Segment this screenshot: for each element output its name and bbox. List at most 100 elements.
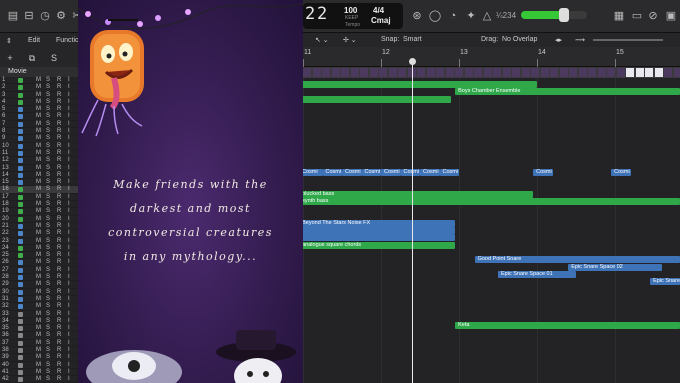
record-enable-button[interactable]: R xyxy=(57,238,61,245)
mute-button[interactable]: M xyxy=(36,172,41,179)
mute-button[interactable]: M xyxy=(36,274,41,281)
track-row[interactable]: 27 M S R I xyxy=(0,267,78,275)
record-enable-button[interactable]: R xyxy=(57,274,61,281)
mute-button[interactable]: M xyxy=(36,303,41,310)
solo-button[interactable]: S xyxy=(46,84,50,91)
solo-button[interactable]: S xyxy=(46,165,50,172)
add-track-button[interactable]: + xyxy=(4,53,16,63)
record-enable-button[interactable]: R xyxy=(57,172,61,179)
input-monitor-button[interactable]: I xyxy=(68,143,70,150)
metronome-check-icon[interactable]: ◯ xyxy=(428,9,442,23)
arrange-pointer-tool[interactable]: ↖ ⌄ xyxy=(315,36,329,44)
solo-button[interactable]: S xyxy=(46,77,50,84)
mute-button[interactable]: M xyxy=(36,113,41,120)
solo-button[interactable]: S xyxy=(46,150,50,157)
solo-button[interactable]: S xyxy=(46,186,50,193)
input-monitor-button[interactable]: I xyxy=(68,252,70,259)
mute-button[interactable]: M xyxy=(36,106,41,113)
solo-button[interactable]: S xyxy=(48,53,60,63)
audio-region[interactable]: Cosmi xyxy=(381,168,401,176)
record-enable-button[interactable]: R xyxy=(57,303,61,310)
solo-button[interactable]: S xyxy=(46,208,50,215)
record-enable-button[interactable]: R xyxy=(57,354,61,361)
list-editors-icon[interactable]: ▦ xyxy=(612,9,626,23)
track-row[interactable]: 41 M S R I xyxy=(0,369,78,377)
record-enable-button[interactable]: R xyxy=(57,332,61,339)
input-monitor-button[interactable]: I xyxy=(68,311,70,318)
solo-button[interactable]: S xyxy=(46,230,50,237)
mute-button[interactable]: M xyxy=(36,289,41,296)
input-monitor-button[interactable]: I xyxy=(68,77,70,84)
input-monitor-button[interactable]: I xyxy=(68,150,70,157)
input-monitor-button[interactable]: I xyxy=(68,135,70,142)
input-monitor-button[interactable]: I xyxy=(68,113,70,120)
mute-button[interactable]: M xyxy=(36,84,41,91)
metronome-icon[interactable]: △ xyxy=(480,9,494,23)
record-enable-button[interactable]: R xyxy=(57,128,61,135)
solo-button[interactable]: S xyxy=(46,106,50,113)
audio-region[interactable]: Epic Snare Space 01 xyxy=(650,278,680,286)
input-monitor-button[interactable]: I xyxy=(68,325,70,332)
track-row[interactable]: 31 M S R I xyxy=(0,296,78,304)
solo-button[interactable]: S xyxy=(46,274,50,281)
mute-button[interactable]: M xyxy=(36,311,41,318)
record-enable-button[interactable]: R xyxy=(57,311,61,318)
duplicate-track-icon[interactable]: ⧉ xyxy=(26,53,38,63)
track-row[interactable]: 22 M S R I xyxy=(0,230,78,238)
mute-button[interactable]: M xyxy=(36,340,41,347)
track-row[interactable]: 32 M S R I xyxy=(0,303,78,311)
record-enable-button[interactable]: R xyxy=(57,289,61,296)
audio-region[interactable]: Cosmi xyxy=(322,168,342,176)
lcd-display[interactable]: 2 2 100 KEEP Tempo 4/4 Cmaj xyxy=(303,3,403,29)
notepad-icon[interactable]: ▭ xyxy=(630,9,644,23)
functions-menu[interactable]: Functio xyxy=(56,37,79,44)
track-row[interactable]: 19 M S R I xyxy=(0,208,78,216)
solo-button[interactable]: S xyxy=(46,135,50,142)
track-row[interactable]: 15 M S R I xyxy=(0,179,78,187)
record-enable-button[interactable]: R xyxy=(57,150,61,157)
record-enable-button[interactable]: R xyxy=(57,281,61,288)
audio-region[interactable]: Cosmi xyxy=(611,168,631,176)
solo-button[interactable]: S xyxy=(46,259,50,266)
track-row[interactable]: 17 M S R I xyxy=(0,194,78,202)
audio-region[interactable]: Good Point Snare xyxy=(474,256,680,264)
record-enable-button[interactable]: R xyxy=(57,157,61,164)
solo-button[interactable]: S xyxy=(46,318,50,325)
track-row[interactable]: 30 M S R I xyxy=(0,289,78,296)
movie-track-header[interactable]: Movie xyxy=(0,67,78,77)
browser-icon[interactable]: ▣ xyxy=(664,9,678,23)
solo-button[interactable]: S xyxy=(46,281,50,288)
record-enable-button[interactable]: R xyxy=(57,340,61,347)
solo-button[interactable]: S xyxy=(46,172,50,179)
solo-button[interactable]: S xyxy=(46,311,50,318)
record-enable-button[interactable]: R xyxy=(57,179,61,186)
input-monitor-button[interactable]: I xyxy=(68,230,70,237)
track-row[interactable]: 36 M S R I xyxy=(0,332,78,340)
track-row[interactable]: 2 MSRI xyxy=(0,84,78,92)
audio-region[interactable]: Cosmi xyxy=(533,168,553,176)
track-row[interactable]: 35 M S R I xyxy=(0,325,78,333)
record-enable-button[interactable]: R xyxy=(57,252,61,259)
mute-button[interactable]: M xyxy=(36,281,41,288)
mute-button[interactable]: M xyxy=(36,318,41,325)
audio-region[interactable]: Keta xyxy=(455,321,680,329)
input-monitor-button[interactable]: I xyxy=(68,157,70,164)
track-row[interactable]: 14 M S R I xyxy=(0,172,78,180)
bar-ruler[interactable]: 11 12 13 14 15 xyxy=(303,47,680,67)
record-enable-button[interactable]: R xyxy=(57,325,61,332)
track-row[interactable]: 29 M S R I xyxy=(0,281,78,289)
track-row[interactable]: 37 M S R I xyxy=(0,340,78,347)
audio-region[interactable] xyxy=(303,95,452,103)
track-row[interactable]: 18 M S R I xyxy=(0,201,78,209)
input-monitor-button[interactable]: I xyxy=(68,289,70,296)
input-monitor-button[interactable]: I xyxy=(68,354,70,361)
record-enable-button[interactable]: R xyxy=(57,230,61,237)
record-enable-button[interactable]: R xyxy=(57,216,61,223)
record-enable-button[interactable]: R xyxy=(57,347,61,354)
mute-button[interactable]: M xyxy=(36,362,41,369)
record-enable-button[interactable]: R xyxy=(57,77,61,84)
mute-button[interactable]: M xyxy=(36,135,41,142)
edit-menu[interactable]: Edit xyxy=(28,37,40,44)
audio-region[interactable] xyxy=(303,234,456,242)
record-enable-button[interactable]: R xyxy=(57,208,61,215)
